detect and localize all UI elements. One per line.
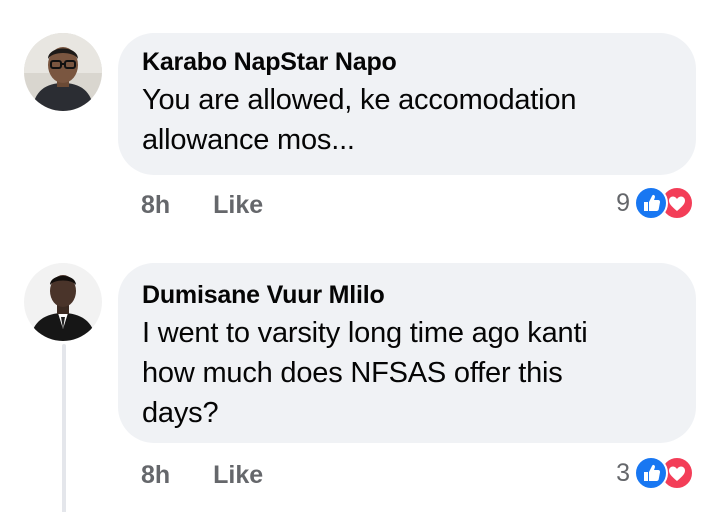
comment-author[interactable]: Dumisane Vuur Mlilo [142,279,672,311]
comment-text-line: You are allowed, ke accomodation [142,84,577,116]
comment-time[interactable]: 8h [141,190,170,220]
comment-author[interactable]: Karabo NapStar Napo [142,46,672,78]
like-icon [634,186,668,220]
reaction-count: 9 [616,189,630,217]
like-icon [634,456,668,490]
reaction-summary[interactable]: 9 [616,186,694,220]
avatar[interactable] [24,263,102,341]
comment-text: I went to varsity long time ago kanti ho… [142,313,672,433]
like-button[interactable]: Like [213,460,263,490]
comment-time[interactable]: 8h [141,460,170,490]
comment: Karabo NapStar Napo You are allowed, ke … [0,0,720,240]
comment-text-line: how much does NFSAS offer this [142,357,563,389]
like-button[interactable]: Like [213,190,263,220]
avatar[interactable] [24,33,102,111]
comment-text-line: days? [142,397,219,429]
comment-bubble: Karabo NapStar Napo You are allowed, ke … [118,33,696,175]
comment-bubble: Dumisane Vuur Mlilo I went to varsity lo… [118,263,696,443]
comment: Dumisane Vuur Mlilo I went to varsity lo… [0,240,720,512]
comment-meta: 8h Like [141,190,263,220]
comment-thread: Karabo NapStar Napo You are allowed, ke … [0,0,720,512]
reaction-summary[interactable]: 3 [616,456,694,490]
comment-text-line: allowance mos... [142,124,355,156]
comment-text-line: I went to varsity long time ago kanti [142,317,588,349]
comment-text: You are allowed, ke accomodation allowan… [142,80,672,160]
comment-meta: 8h Like [141,460,263,490]
reaction-count: 3 [616,459,630,487]
thread-line [62,344,66,512]
